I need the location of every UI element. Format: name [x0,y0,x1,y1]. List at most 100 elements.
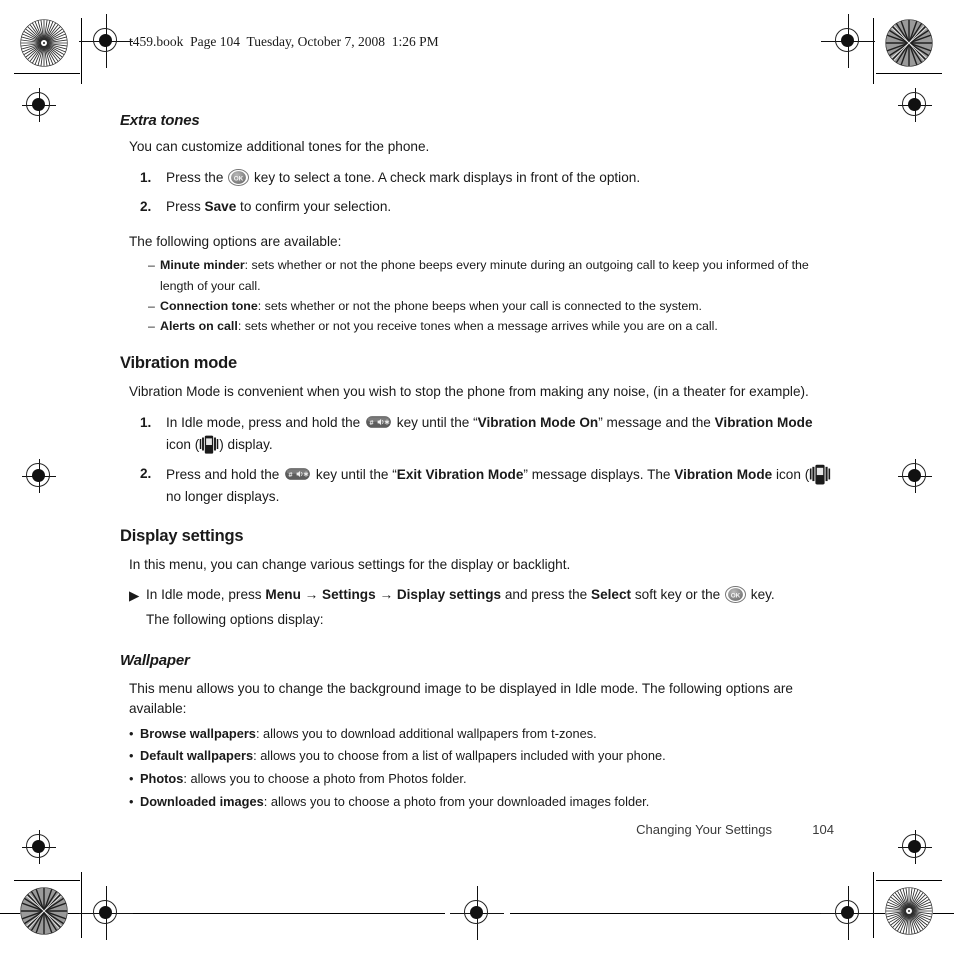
hash-key-icon: # ∗ [285,465,310,480]
list-item-desc: : allows you to choose a photo from Phot… [183,771,467,787]
trim-line-top-right [876,73,942,74]
step-text-p3: ” message and the [598,414,715,430]
trim-line-top-left [14,73,80,74]
bullet-marker: • [129,725,134,741]
bullet-marker: • [129,748,134,764]
heading-wallpaper: Wallpaper [120,652,190,670]
page-content: Extra tones You can customize additional… [120,112,834,814]
trim-line-left [81,18,82,84]
step-text-p5: ) display. [219,436,273,452]
registration-target-bottom-center [450,886,504,940]
dash-marker: – [148,258,155,273]
vibration-mode-intro: Vibration Mode is convenient when you wi… [129,383,809,399]
svg-text:#: # [370,418,374,427]
list-item-text: Photos: allows you to choose a photo fro… [140,768,834,791]
display-settings-intro: In this menu, you can change various set… [129,556,571,572]
starburst-patch-bottom-right [885,887,933,935]
list-item-text: Connection tone: sets whether or not the… [160,296,834,316]
display-settings-nav-sub: The following options display: [146,612,324,628]
registration-target-right-bottom [898,830,932,864]
book-header-line: t459.book Page 104 Tuesday, October 7, 2… [129,34,439,49]
list-item-term: Browse wallpapers [140,725,256,741]
step-item: 2. Press and hold the # ∗ key until the “… [120,463,834,508]
footer-chapter-title: Changing Your Settings [636,822,772,837]
registration-target-top-left [79,14,133,68]
list-item: – Connection tone: sets whether or not t… [148,296,834,316]
list-item-text: Alerts on call: sets whether or not you … [160,316,834,336]
bullet-marker: • [129,794,134,810]
page-footer: Changing Your Settings 104 [120,822,834,837]
step-text-p4: icon ( [772,466,810,482]
nav-b3: Display settings [396,587,502,603]
vibration-mode-status-icon [809,463,831,486]
heading-extra-tones: Extra tones [120,112,200,129]
step-text-p1: Press and hold the [166,466,284,482]
step-text-p1: In Idle mode, press and hold the [166,414,364,430]
display-settings-nav-path: ▶ In Idle mode, press Menu → Settings → … [120,584,834,607]
registration-target-right-middle [898,459,932,493]
vibration-mode-status-icon [199,434,219,455]
step-item: 1. In Idle mode, press and hold the # ∗ k… [120,412,834,456]
list-item-desc: : allows you to download additional wall… [255,725,597,741]
list-item: • Downloaded images: allows you to choos… [129,791,834,814]
step-item: 1. Press the OK key to select a tone. A … [120,167,834,189]
svg-text:#: # [289,470,293,479]
svg-text:∗: ∗ [303,469,309,478]
arrow-right-icon: → [304,587,319,603]
registration-target-bottom-left [79,886,133,940]
step-text-b1: Exit Vibration Mode [396,466,524,482]
list-item-desc: : sets whether or not you receive tones … [237,318,718,333]
step-text: Press Save to confirm your selection. [166,196,834,218]
list-item: – Alerts on call: sets whether or not yo… [148,316,834,336]
registration-target-left-top [22,88,56,122]
step-text-post: key to select a tone. A check mark displ… [250,169,641,185]
list-item-term: Alerts on call [160,318,238,333]
trim-line-left-bottom [81,872,82,938]
step-text: Press the OK key to select a tone. A che… [166,167,834,189]
step-text-bold: Save [204,198,237,214]
heading-display-settings: Display settings [120,526,244,545]
list-item-term: Downloaded images [140,794,264,810]
dash-marker: – [148,298,155,313]
ok-key-icon: OK [228,168,250,186]
step-text: In Idle mode, press and hold the # ∗ key … [166,412,834,456]
dash-marker: – [148,318,155,333]
step-text-post: to confirm your selection. [236,198,392,214]
step-item: 2. Press Save to confirm your selection. [120,196,834,218]
trim-line-center-bottom-right [510,913,954,914]
extra-tones-options-lead: The following options are available: [129,233,342,249]
registration-target-bottom-right [821,886,875,940]
list-item: • Browse wallpapers: allows you to downl… [129,723,834,746]
registration-target-right-top [898,88,932,122]
step-text-b1: Vibration Mode On [477,414,599,430]
nav-p1: In Idle mode, press [146,587,266,603]
list-item-desc: : sets whether or not the phone beeps ev… [160,258,809,293]
list-item-term: Photos [140,771,184,787]
registration-target-left-bottom [22,830,56,864]
svg-text:∗: ∗ [384,417,390,426]
step-text-pre: Press the [166,169,228,185]
step-text: Press and hold the # ∗ key until the “Exi… [166,463,834,508]
list-item-text: Browse wallpapers: allows you to downloa… [140,723,834,746]
trim-line-right [873,18,874,84]
ok-key-icon: OK [725,586,747,604]
bullet-marker: • [129,771,134,787]
list-item-text: Minute minder: sets whether or not the p… [160,255,834,295]
nav-b1: Menu [265,587,301,603]
heading-vibration-mode: Vibration mode [120,353,237,372]
starburst-patch-top-right [885,19,933,67]
trim-line-bottom-left [14,880,80,881]
starburst-patch-top-left [20,19,68,67]
list-item-desc: : sets whether or not the phone beeps wh… [257,298,703,313]
wallpaper-option-list: • Browse wallpapers: allows you to downl… [120,723,834,814]
step-text-p5: no longer displays. [166,488,280,504]
footer-page-number: 104 [812,822,834,837]
trim-line-center-bottom-left [0,913,445,914]
step-number: 2. [140,198,152,214]
nav-p2: and press the [501,587,592,603]
step-text-p4: icon ( [166,436,200,452]
wallpaper-intro: This menu allows you to change the backg… [129,681,793,717]
step-number: 1. [140,169,152,185]
list-item-term: Connection tone [160,298,258,313]
list-item: • Default wallpapers: allows you to choo… [129,745,834,768]
